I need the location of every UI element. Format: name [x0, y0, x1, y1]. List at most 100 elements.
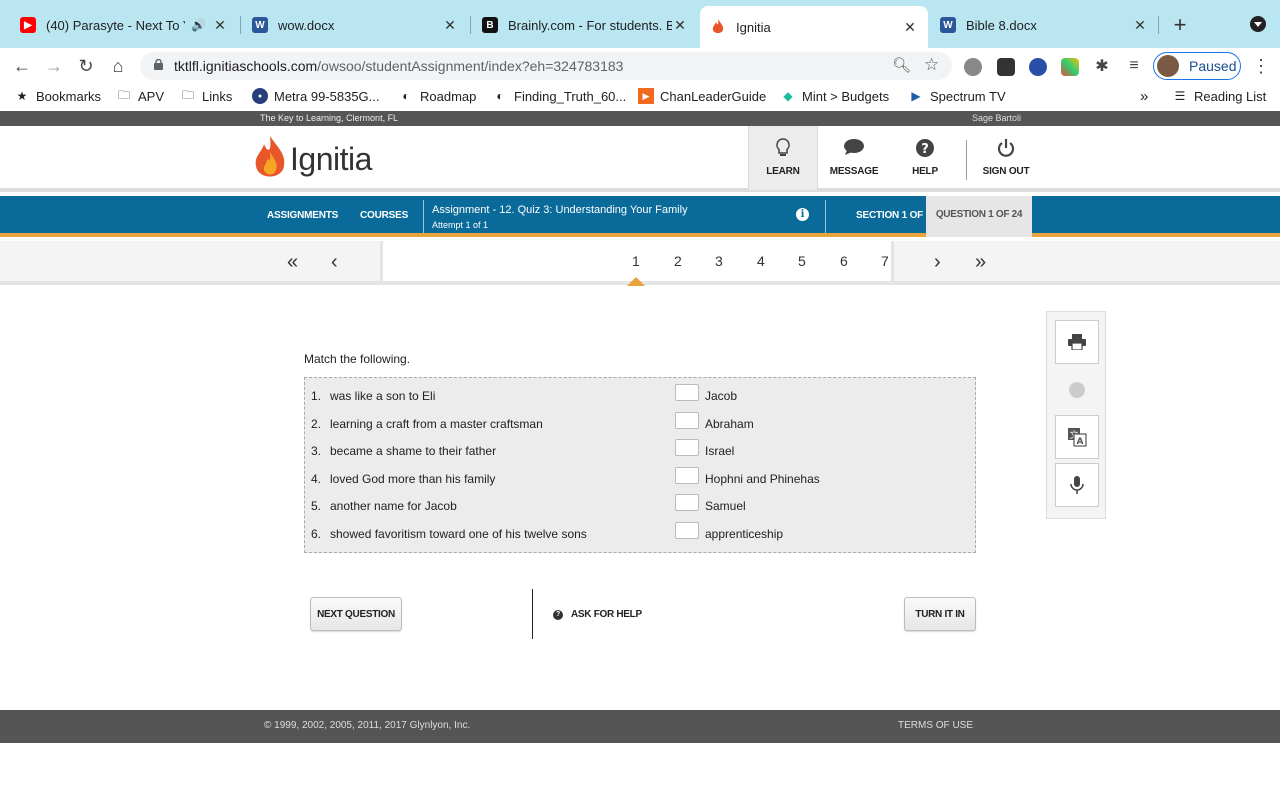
- nav-label: MESSAGE: [829, 166, 879, 177]
- question-number-7[interactable]: 7: [881, 253, 889, 269]
- metra-icon: ●: [252, 88, 268, 104]
- last-question-icon[interactable]: »: [975, 251, 986, 274]
- tab-search-icon[interactable]: [1250, 16, 1266, 32]
- item-text: learning a craft from a master craftsman: [330, 417, 543, 431]
- nav-learn[interactable]: LEARN: [748, 126, 818, 190]
- question-number-1[interactable]: 1: [632, 253, 640, 269]
- match-input[interactable]: [675, 439, 699, 456]
- bookmark-spectrum[interactable]: ▶ Spectrum TV: [908, 86, 1005, 106]
- tab-ignitia[interactable]: Ignitia ✕: [700, 6, 928, 48]
- power-icon: [996, 138, 1016, 162]
- bookmark-finding-truth[interactable]: ◐ Finding_Truth_60...: [492, 86, 626, 106]
- browser-menu-icon[interactable]: ⋮: [1252, 56, 1270, 77]
- bookmark-apv[interactable]: 🗀 APV: [116, 86, 164, 106]
- terms-of-use-link[interactable]: TERMS OF USE: [898, 720, 973, 731]
- question-number-4[interactable]: 4: [757, 253, 765, 269]
- speaker-icon[interactable]: 🔊: [191, 18, 206, 32]
- back-arrow-icon[interactable]: ←: [8, 52, 36, 80]
- translate-icon[interactable]: 文A: [1055, 415, 1099, 459]
- question-number-5[interactable]: 5: [798, 253, 806, 269]
- extension-blue-icon[interactable]: [1029, 58, 1047, 76]
- zoom-icon[interactable]: 🔍︎: [892, 56, 911, 74]
- question-number-3[interactable]: 3: [715, 253, 723, 269]
- bookmark-label: Finding_Truth_60...: [514, 88, 627, 104]
- new-tab-button[interactable]: +: [1168, 12, 1192, 38]
- match-input[interactable]: [675, 412, 699, 429]
- nav-label: LEARN: [766, 166, 800, 177]
- nav-label: HELP: [912, 166, 938, 177]
- tab-parasyte[interactable]: ▶ (40) Parasyte - Next To You 🔊 ✕: [10, 8, 238, 42]
- tab-brainly[interactable]: B Brainly.com - For students. By student…: [472, 8, 698, 42]
- nav-help[interactable]: ? HELP: [890, 126, 960, 190]
- close-tab-icon[interactable]: ✕: [1132, 17, 1148, 34]
- microphone-icon[interactable]: [1055, 463, 1099, 507]
- extension-card-icon[interactable]: [997, 58, 1015, 76]
- tab-bible-docx[interactable]: W Bible 8.docx ✕: [930, 8, 1158, 42]
- reading-list-label: Reading List: [1194, 88, 1267, 104]
- courses-link[interactable]: COURSES: [360, 210, 408, 221]
- forward-arrow-icon[interactable]: →: [40, 52, 68, 80]
- close-tab-icon[interactable]: ✕: [902, 19, 918, 36]
- printer-icon[interactable]: [1055, 320, 1099, 364]
- nav-message[interactable]: MESSAGE: [819, 126, 889, 190]
- reload-icon[interactable]: ↻: [72, 52, 100, 80]
- media-queue-icon[interactable]: ≡: [1120, 52, 1148, 80]
- question-content: Match the following. 1. was like a son t…: [0, 289, 1280, 710]
- bookmark-roadmap[interactable]: ◐ Roadmap: [398, 86, 476, 106]
- attempt-count: Attempt 1 of 1: [432, 220, 489, 230]
- assignments-link[interactable]: ASSIGNMENTS: [267, 210, 338, 221]
- first-question-icon[interactable]: «: [287, 251, 298, 274]
- reading-list-button[interactable]: ☰ Reading List: [1172, 86, 1267, 106]
- tab-wow-docx[interactable]: W wow.docx ✕: [242, 8, 468, 42]
- bookmark-mint[interactable]: ◆ Mint > Budgets: [780, 86, 889, 106]
- youtube-icon: ▶: [20, 17, 36, 33]
- bar-divider: [423, 200, 424, 233]
- bookmark-label: Roadmap: [420, 88, 477, 104]
- match-input[interactable]: [675, 494, 699, 511]
- more-bookmarks-icon[interactable]: »: [1140, 86, 1148, 106]
- item-text: loved God more than his family: [330, 472, 496, 486]
- question-circle-icon: ?: [915, 138, 935, 162]
- item-text: showed favoritism toward one of his twel…: [330, 527, 587, 541]
- avatar: [1157, 55, 1179, 77]
- extension-gear-icon[interactable]: [964, 58, 982, 76]
- address-bar[interactable]: tktlfl.ignitiaschools.com/owsoo/studentA…: [140, 52, 952, 80]
- next-question-button[interactable]: NEXT QUESTION: [310, 597, 402, 631]
- bookmark-metra[interactable]: ● Metra 99-5835G...: [252, 86, 380, 106]
- match-input[interactable]: [675, 384, 699, 401]
- browser-toolbar: ← → ↻ ⌂ tktlfl.ignitiaschools.com/owsoo/…: [0, 48, 1280, 84]
- svg-text:?: ?: [921, 142, 929, 157]
- tab-separator: [1158, 16, 1159, 34]
- close-tab-icon[interactable]: ✕: [672, 17, 688, 34]
- option-text: Abraham: [705, 417, 754, 431]
- bookmark-links[interactable]: 🗀 Links: [180, 86, 232, 106]
- next-question-icon[interactable]: ›: [934, 251, 941, 274]
- ask-help-label: ASK FOR HELP: [571, 609, 642, 620]
- turn-it-in-button[interactable]: TURN IT IN: [904, 597, 976, 631]
- question-number-2[interactable]: 2: [674, 253, 682, 269]
- bookmark-chanleaderguide[interactable]: ▶ ChanLeaderGuide: [638, 86, 766, 106]
- word-icon: W: [252, 17, 268, 33]
- question-number-6[interactable]: 6: [840, 253, 848, 269]
- question-indicator: QUESTION 1 OF 24: [926, 196, 1032, 237]
- extension-colorful-icon[interactable]: [1061, 58, 1079, 76]
- nav-sign-out[interactable]: SIGN OUT: [971, 126, 1041, 190]
- home-icon[interactable]: ⌂: [104, 52, 132, 80]
- close-tab-icon[interactable]: ✕: [212, 17, 228, 34]
- match-input[interactable]: [675, 522, 699, 539]
- site-footer: © 1999, 2002, 2005, 2011, 2017 Glynlyon,…: [0, 710, 1280, 743]
- school-tagline: The Key to Learning, Clermont, FL: [260, 113, 399, 123]
- ignitia-logo[interactable]: Ignitia: [254, 136, 372, 182]
- close-tab-icon[interactable]: ✕: [442, 17, 458, 34]
- previous-question-icon[interactable]: ‹: [331, 251, 338, 274]
- profile-button[interactable]: Paused: [1153, 52, 1241, 80]
- tab-separator: [470, 16, 471, 34]
- match-input[interactable]: [675, 467, 699, 484]
- bookmark-star-icon[interactable]: ☆: [924, 55, 939, 75]
- assignment-title: Assignment - 12. Quiz 3: Understanding Y…: [432, 204, 688, 216]
- ask-for-help-button[interactable]: ? ASK FOR HELP: [553, 609, 642, 620]
- info-icon[interactable]: i: [796, 208, 809, 221]
- reading-list-icon: ☰: [1174, 89, 1186, 103]
- extensions-puzzle-icon[interactable]: ✱: [1088, 52, 1116, 80]
- bookmark-bookmarks[interactable]: ★ Bookmarks: [14, 86, 101, 106]
